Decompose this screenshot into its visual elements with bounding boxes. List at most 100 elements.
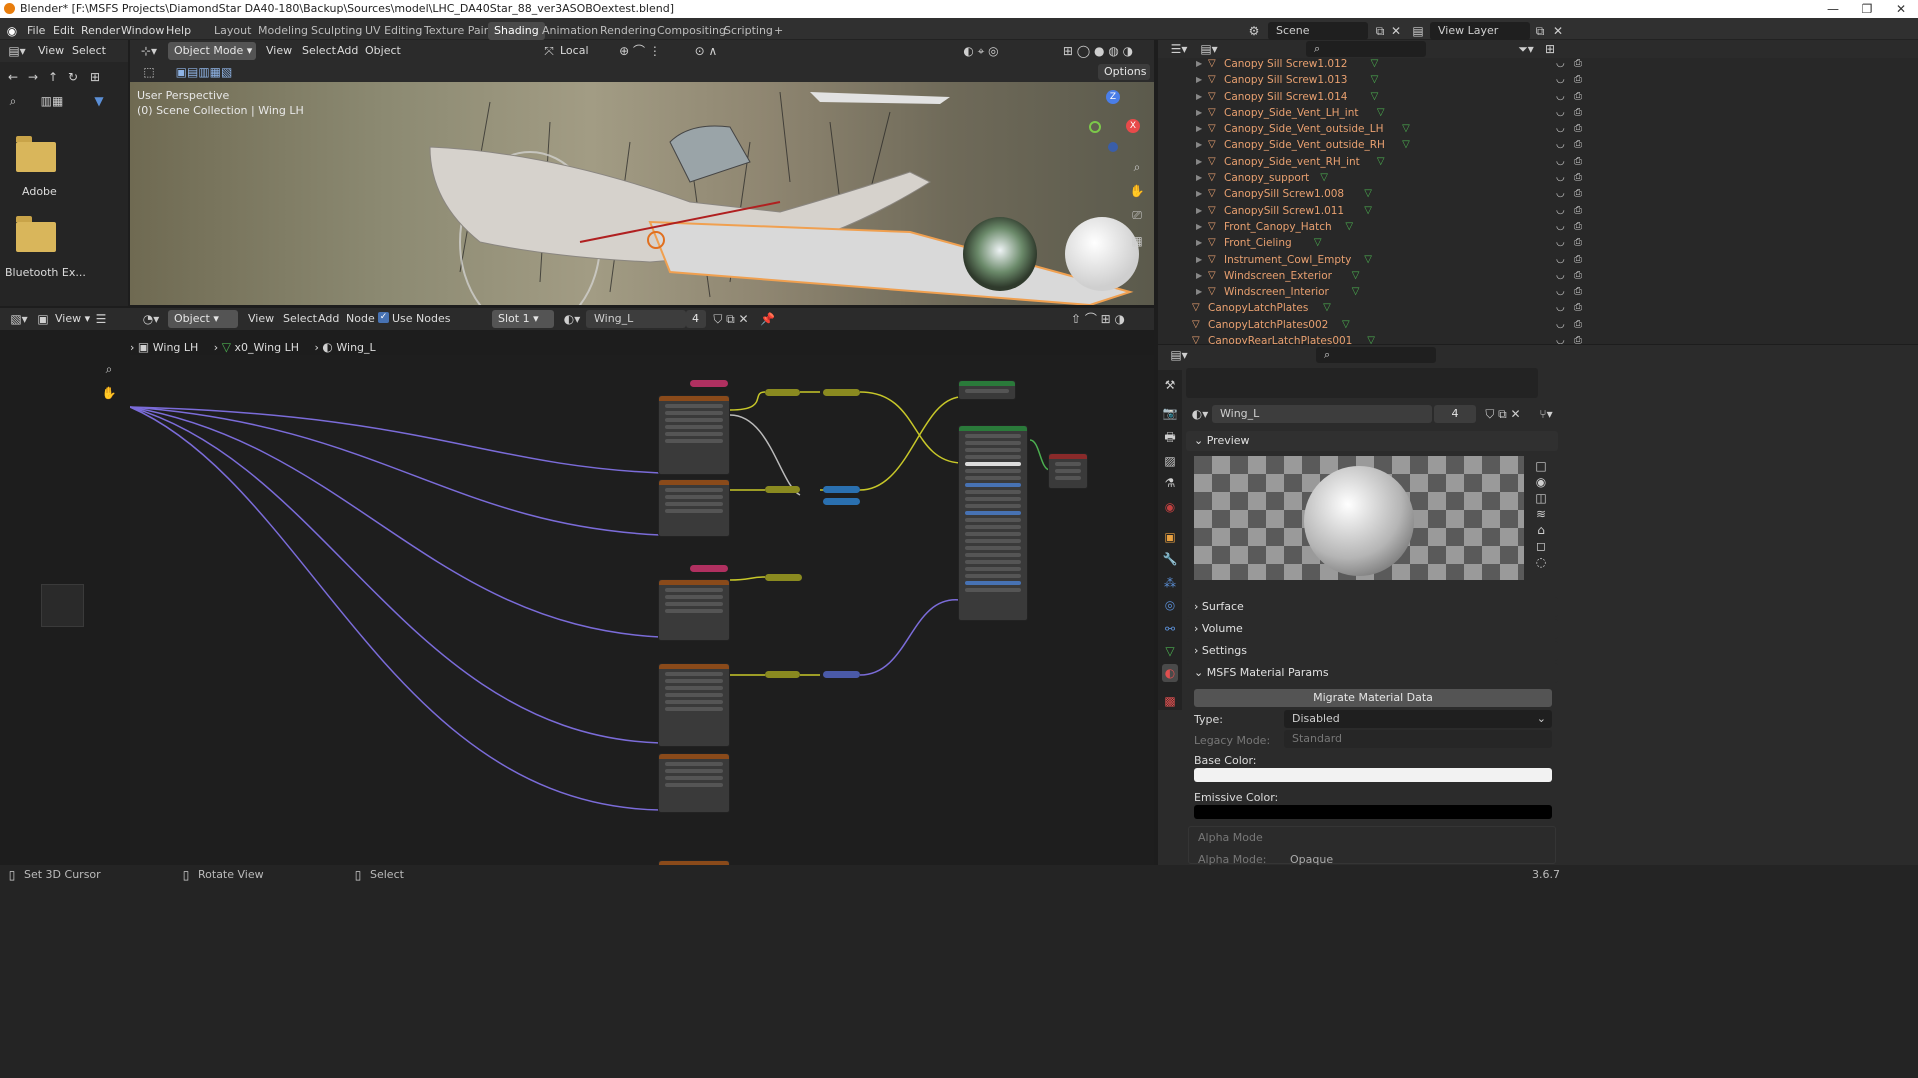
render-camera-icon[interactable]: ⎙ bbox=[1574, 300, 1582, 316]
output-tab-icon[interactable]: 🖶 bbox=[1162, 428, 1178, 446]
menu-render[interactable]: Render bbox=[81, 22, 120, 40]
outliner-item[interactable]: ▶ ▽ Canopy Sill Screw1.014 ▽ ◡ ⎙ bbox=[1190, 89, 1590, 105]
node-normal-map[interactable] bbox=[823, 671, 860, 678]
constraints-tab-icon[interactable]: ⚯ bbox=[1162, 620, 1178, 638]
gizmo-y-axis[interactable]: Y bbox=[1089, 121, 1101, 133]
node-menu-add[interactable]: Add bbox=[318, 312, 339, 325]
node-reroute-3[interactable] bbox=[765, 486, 800, 493]
viewport-editor-type-icon[interactable]: ⊹▾ bbox=[136, 42, 162, 60]
properties-material-users[interactable]: 4 bbox=[1434, 405, 1476, 423]
back-arrow-icon[interactable]: ← bbox=[6, 68, 20, 86]
outliner-item[interactable]: ▶▽CanopyRearLatchPlates001▽◡⎙ bbox=[1190, 333, 1590, 344]
node-menu-select[interactable]: Select bbox=[283, 312, 317, 325]
node-overlay-icons[interactable]: ⇧ ⌒ ⊞ ◑ bbox=[1048, 310, 1148, 328]
mesh-data-icon[interactable]: ▽ bbox=[1323, 300, 1331, 316]
editor-type-icon[interactable]: ▤▾ bbox=[4, 42, 30, 60]
viewport-menu-object[interactable]: Object bbox=[365, 44, 401, 57]
node-reroute-5[interactable] bbox=[823, 498, 860, 505]
render-camera-icon[interactable]: ⎙ bbox=[1574, 137, 1582, 153]
node-texcoord-pill-2[interactable] bbox=[690, 565, 728, 572]
node-editor-type-icon[interactable]: ◔▾ bbox=[138, 310, 164, 328]
image-texture-node-3[interactable] bbox=[658, 579, 730, 641]
material-tab-icon[interactable]: ◐ bbox=[1162, 664, 1178, 682]
visibility-eye-icon[interactable]: ◡ bbox=[1556, 170, 1565, 186]
render-camera-icon[interactable]: ⎙ bbox=[1574, 317, 1582, 333]
image-hand-icon[interactable]: ✋ bbox=[100, 384, 118, 402]
image-menu-view[interactable]: View ▾ bbox=[55, 312, 90, 325]
expand-triangle-icon[interactable]: ▶ bbox=[1196, 105, 1202, 121]
render-camera-icon[interactable]: ⎙ bbox=[1574, 268, 1582, 284]
browse-node-tree-icon[interactable]: ⑂▾ bbox=[1534, 405, 1558, 423]
mesh-data-icon[interactable]: ▽ bbox=[1371, 56, 1379, 72]
orientation-dropdown[interactable]: Local bbox=[560, 44, 589, 57]
parent-folder-icon[interactable]: ↑ bbox=[46, 68, 60, 86]
proportional-edit-icon[interactable]: ⊙ ∧ bbox=[686, 42, 726, 60]
image-texture-node-4[interactable] bbox=[658, 663, 730, 747]
tool-tab-icon[interactable]: ⚒ bbox=[1162, 376, 1178, 394]
visibility-eye-icon[interactable]: ◡ bbox=[1556, 284, 1565, 300]
expand-triangle-icon[interactable]: ▶ bbox=[1196, 186, 1202, 202]
mesh-data-icon[interactable]: ▽ bbox=[1367, 333, 1375, 344]
gizmo-z-axis[interactable]: Z bbox=[1106, 90, 1120, 104]
outliner-item[interactable]: ▶ ▽ Canopy_Side_Vent_outside_RH ▽ ◡ ⎙ bbox=[1190, 137, 1590, 153]
expand-triangle-icon[interactable]: ▶ bbox=[1196, 284, 1202, 300]
use-nodes-checkbox[interactable]: ✓ bbox=[378, 312, 389, 323]
visibility-eye-icon[interactable]: ◡ bbox=[1556, 154, 1565, 170]
render-camera-icon[interactable]: ⎙ bbox=[1574, 235, 1582, 251]
material-browse-icon[interactable]: ◐▾ bbox=[1190, 405, 1210, 423]
scene-field[interactable]: Scene bbox=[1268, 22, 1368, 40]
file-menu-view[interactable]: View bbox=[38, 44, 64, 57]
expand-triangle-icon[interactable]: ▶ bbox=[1196, 121, 1202, 137]
close-window-button[interactable]: ✕ bbox=[1884, 0, 1918, 18]
node-reroute-4[interactable] bbox=[823, 486, 860, 493]
modifier-tab-icon[interactable]: 🔧 bbox=[1162, 550, 1178, 568]
outliner-item[interactable]: ▶ ▽ Front_Cieling ▽ ◡ ⎙ bbox=[1190, 235, 1590, 251]
visibility-eye-icon[interactable]: ◡ bbox=[1556, 72, 1565, 88]
new-scene-icon[interactable]: ⧉ bbox=[1372, 22, 1388, 40]
outliner-item[interactable]: ▶ ▽ Canopy_Side_vent_RH_int ▽ ◡ ⎙ bbox=[1190, 154, 1590, 170]
visibility-eye-icon[interactable]: ◡ bbox=[1556, 56, 1565, 72]
node-menu-view[interactable]: View bbox=[248, 312, 274, 325]
new-folder-icon[interactable]: ⊞ bbox=[88, 68, 102, 86]
mesh-data-icon[interactable]: ▽ bbox=[1352, 284, 1360, 300]
outliner-item[interactable]: ▶▽CanopyLatchPlates002▽◡⎙ bbox=[1190, 317, 1590, 333]
select-tool-icon[interactable]: ⬚ bbox=[142, 63, 156, 81]
outliner-item[interactable]: ▶ ▽ Windscreen_Exterior ▽ ◡ ⎙ bbox=[1190, 268, 1590, 284]
msfs-panel-header[interactable]: ⌄ MSFS Material Params bbox=[1186, 663, 1558, 683]
search-icon[interactable]: ⌕ bbox=[6, 92, 20, 110]
gizmo-neg-z[interactable] bbox=[1108, 142, 1118, 152]
expand-triangle-icon[interactable]: ▶ bbox=[1196, 219, 1202, 235]
image-editor-type-icon[interactable]: ▧▾ bbox=[6, 310, 32, 328]
grid-icon[interactable]: ▦ bbox=[1128, 232, 1146, 250]
render-camera-icon[interactable]: ⎙ bbox=[1574, 252, 1582, 268]
expand-triangle-icon[interactable]: ▶ bbox=[1196, 72, 1202, 88]
expand-triangle-icon[interactable]: ▶ bbox=[1196, 235, 1202, 251]
expand-triangle-icon[interactable]: ▶ bbox=[1196, 170, 1202, 186]
delete-scene-icon[interactable]: ✕ bbox=[1388, 22, 1404, 40]
image-texture-node-1[interactable] bbox=[658, 395, 730, 475]
visibility-eye-icon[interactable]: ◡ bbox=[1556, 333, 1565, 344]
filter-icon[interactable]: ▼ bbox=[92, 92, 106, 110]
selection-mode-icons[interactable]: ▣▤▥▦▧ bbox=[166, 63, 242, 81]
render-camera-icon[interactable]: ⎙ bbox=[1574, 219, 1582, 235]
mesh-data-icon[interactable]: ▽ bbox=[1342, 317, 1350, 333]
expand-triangle-icon[interactable]: ▶ bbox=[1196, 203, 1202, 219]
emissive-color-swatch[interactable] bbox=[1194, 805, 1552, 819]
mesh-data-icon[interactable]: ▽ bbox=[1371, 72, 1379, 88]
view-layer-icon[interactable]: ▤ bbox=[1410, 22, 1426, 40]
object-tab-icon[interactable]: ▣ bbox=[1162, 528, 1178, 546]
visibility-eye-icon[interactable]: ◡ bbox=[1556, 186, 1565, 202]
mesh-data-icon[interactable]: ▽ bbox=[1377, 105, 1385, 121]
menu-window[interactable]: Window bbox=[121, 22, 164, 40]
outliner-item[interactable]: ▶▽CanopyLatchPlates▽◡⎙ bbox=[1190, 300, 1590, 316]
expand-triangle-icon[interactable]: ▶ bbox=[1196, 56, 1202, 72]
expand-triangle-icon[interactable]: ▶ bbox=[1196, 89, 1202, 105]
migrate-material-button[interactable]: Migrate Material Data bbox=[1194, 689, 1552, 707]
view-layer-field[interactable]: View Layer bbox=[1430, 22, 1530, 40]
visibility-eye-icon[interactable]: ◡ bbox=[1556, 105, 1565, 121]
expand-triangle-icon[interactable]: ▶ bbox=[1196, 252, 1202, 268]
image-icon[interactable]: ▣ bbox=[36, 310, 50, 328]
properties-editor-type-icon[interactable]: ▤▾ bbox=[1166, 346, 1192, 364]
outliner-item[interactable]: ▶ ▽ Canopy_support ▽ ◡ ⎙ bbox=[1190, 170, 1590, 186]
zoom-icon[interactable]: ⌕ bbox=[1128, 158, 1146, 176]
